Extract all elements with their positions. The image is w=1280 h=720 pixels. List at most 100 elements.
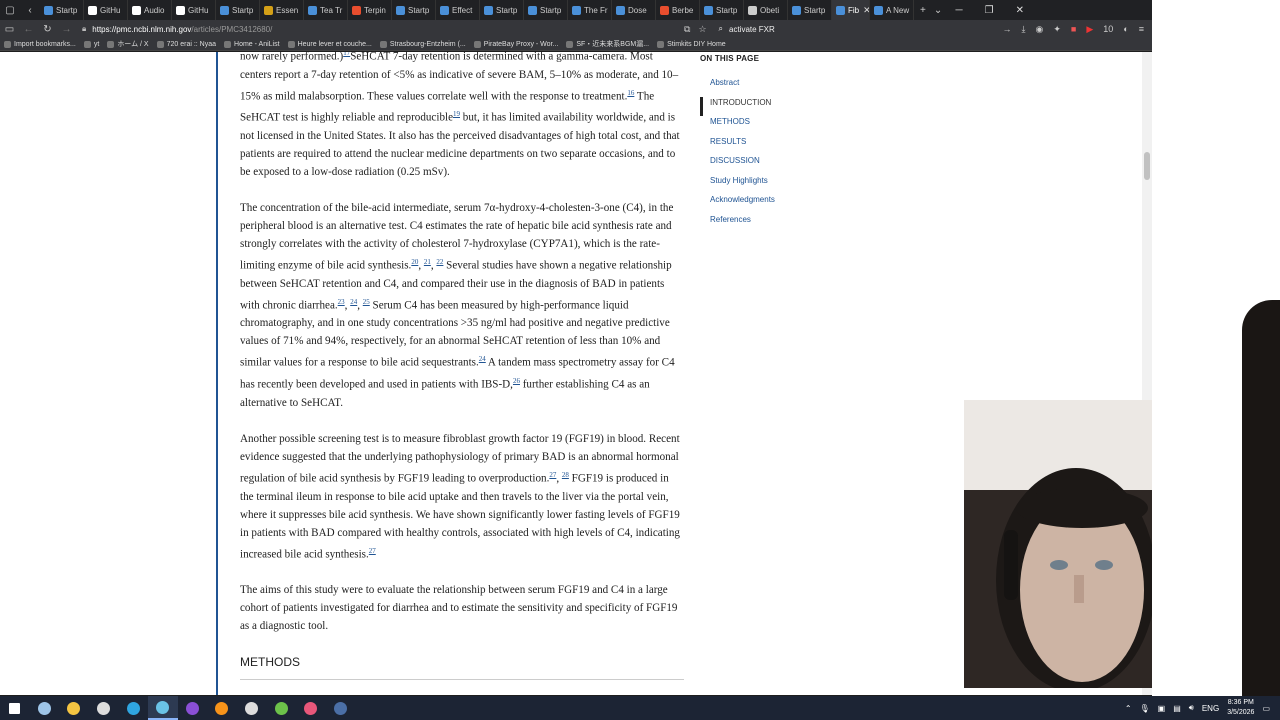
browser-tab[interactable]: GitHu xyxy=(172,0,216,20)
volume-icon[interactable]: 🔊︎ xyxy=(1189,703,1194,713)
citation-link[interactable]: 28 xyxy=(562,471,569,479)
toc-heading: ON THIS PAGE xyxy=(700,54,760,63)
citation-link[interactable]: 23 xyxy=(338,298,345,306)
back-icon[interactable]: ← xyxy=(19,24,38,35)
browser-tab[interactable]: Fib ✕ xyxy=(832,0,870,20)
browser-tab[interactable]: Startp xyxy=(524,0,568,20)
clock[interactable]: 8:36 PM 3/5/2026 xyxy=(1227,698,1254,718)
taskbar-edge-icon[interactable] xyxy=(118,696,148,720)
browser-tab[interactable]: The Fr xyxy=(568,0,612,20)
bookmark-star-icon[interactable]: ☆ xyxy=(698,24,706,35)
bookmark-item[interactable]: Heure lever et couche... xyxy=(287,40,372,48)
citation-link[interactable]: 26 xyxy=(513,377,520,385)
citation-link[interactable]: 27 xyxy=(369,547,376,555)
toc-link-results[interactable]: RESULTS xyxy=(700,136,860,156)
citation-link[interactable]: 19 xyxy=(453,110,460,118)
tab-label: Startp xyxy=(408,5,430,15)
browser-tab[interactable]: Terpin xyxy=(348,0,392,20)
taskbar-obs-icon[interactable] xyxy=(237,696,267,720)
browser-tab[interactable]: Startp xyxy=(788,0,832,20)
profile-icon[interactable]: ◐ xyxy=(1123,24,1128,35)
toc-link-methods[interactable]: METHODS xyxy=(700,116,860,136)
bookmark-item[interactable]: Stimkits DIY Home xyxy=(657,40,726,48)
bookmark-item[interactable]: Import bookmarks... xyxy=(4,40,76,48)
bookmark-item[interactable]: Home - AniList xyxy=(224,40,280,48)
browser-tab[interactable]: Dose xyxy=(612,0,656,20)
bookmark-item[interactable]: SF・近未来系BGM漏... xyxy=(566,39,649,49)
microphone-icon[interactable]: 🎙︎ xyxy=(1140,704,1150,713)
account-icon[interactable]: ◉ xyxy=(1036,24,1044,35)
taskbar-pinned-app-icon[interactable] xyxy=(147,696,178,720)
toc-link-references[interactable]: References xyxy=(700,214,860,234)
citation-link[interactable]: 24 xyxy=(479,355,486,363)
bookmark-item[interactable]: PirateBay Proxy - Wor... xyxy=(473,40,558,48)
taskbar-notes-icon[interactable] xyxy=(30,696,60,720)
browser-tab[interactable]: Effect xyxy=(436,0,480,20)
taskbar-windows-start-icon[interactable] xyxy=(0,696,30,720)
bookmark-item[interactable]: yt xyxy=(83,40,99,48)
citation-link[interactable]: 25 xyxy=(363,298,370,306)
address-bar[interactable]: 🔒︎ https://pmc.ncbi.nlm.nih.gov/articles… xyxy=(82,22,680,36)
extensions-icon[interactable]: ⧉ xyxy=(684,24,690,35)
taskbar-file-explorer-icon[interactable] xyxy=(59,696,89,720)
browser-tab[interactable]: GitHu xyxy=(84,0,128,20)
browser-tab[interactable]: A New xyxy=(870,0,914,20)
bookmark-favicon-icon xyxy=(4,40,11,48)
browser-tab[interactable]: Berbe xyxy=(656,0,700,20)
network-icon[interactable]: ▤ xyxy=(1173,704,1181,713)
close-tab-icon[interactable]: ✕ xyxy=(863,5,869,16)
browser-tab[interactable]: Audio xyxy=(128,0,172,20)
toc-link-introduction[interactable]: INTRODUCTION xyxy=(700,96,860,116)
toc-link-abstract[interactable]: Abstract xyxy=(700,77,860,97)
minimize-icon[interactable]: ─ xyxy=(956,5,963,16)
taskbar-steam-icon[interactable] xyxy=(326,696,356,720)
search-box[interactable]: ⌕ activate FXR xyxy=(719,24,949,34)
tab-overview-icon[interactable]: ▢ xyxy=(0,0,20,20)
bookmark-favicon-icon xyxy=(379,40,387,48)
browser-tab[interactable]: Startp xyxy=(392,0,436,20)
youtube-ext-icon[interactable]: ▶ xyxy=(1086,24,1093,35)
browser-tab[interactable]: Obeti xyxy=(744,0,788,20)
scrollbar-thumb[interactable] xyxy=(1144,152,1150,180)
close-window-icon[interactable]: ✕ xyxy=(1016,5,1024,16)
bookmark-item[interactable]: Strasbourg-Entzheim (... xyxy=(379,40,466,48)
browser-tab[interactable]: Startp xyxy=(480,0,524,20)
taskbar-bitcoin-icon[interactable] xyxy=(207,696,237,720)
taskbar-wolf-app-icon[interactable] xyxy=(89,696,119,720)
toc-link-acknowledgments[interactable]: Acknowledgments xyxy=(700,194,860,214)
tab-label: Startp xyxy=(496,5,518,15)
bookmark-item[interactable]: 720 erai :: Nyaa xyxy=(156,40,216,48)
extension-counter-icon[interactable]: 10 xyxy=(1103,24,1113,35)
taskbar-media-app-icon[interactable] xyxy=(296,696,326,720)
new-tab-icon[interactable]: + xyxy=(920,5,926,16)
reload-icon[interactable]: ↻ xyxy=(38,24,57,35)
toc-link-study-highlights[interactable]: Study Highlights xyxy=(700,175,860,195)
notifications-icon[interactable]: ▭ xyxy=(1262,704,1270,713)
toc-link-discussion[interactable]: DISCUSSION xyxy=(700,155,860,175)
article-paragraph: The aims of this study were to evaluate … xyxy=(240,581,684,635)
browser-tab[interactable]: Essen xyxy=(260,0,304,20)
on-this-page-nav: ON THIS PAGE Abstract INTRODUCTION METHODS… xyxy=(700,52,860,233)
browser-tab[interactable]: Startp xyxy=(40,0,84,20)
maximize-icon[interactable]: ❐ xyxy=(985,5,994,16)
citation-link[interactable]: 21 xyxy=(424,258,431,266)
tab-back-icon[interactable]: ‹ xyxy=(20,0,40,20)
go-arrow-icon[interactable]: → xyxy=(1003,24,1012,35)
tray-chevron-icon[interactable]: ⌃ xyxy=(1125,704,1132,713)
browser-tab[interactable]: Startp xyxy=(700,0,744,20)
tab-list-icon[interactable]: ⌄ xyxy=(934,5,942,16)
sidebar-toggle-icon[interactable]: ▭ xyxy=(0,24,19,35)
browser-tab[interactable]: Tea Tr xyxy=(304,0,348,20)
extension-puzzle-icon[interactable]: ✦ xyxy=(1053,24,1061,35)
forward-icon[interactable]: → xyxy=(57,24,76,35)
download-icon[interactable]: ⤓ xyxy=(1022,24,1026,35)
taskbar-vim-icon[interactable] xyxy=(266,696,296,720)
bookmark-item[interactable]: ホーム / X xyxy=(107,39,149,49)
browser-tab[interactable]: Startp xyxy=(216,0,260,20)
tray-app-icon[interactable]: ▣ xyxy=(1158,704,1166,713)
taskbar-firefox-icon[interactable] xyxy=(178,696,208,720)
bookmark-favicon-icon xyxy=(83,40,91,48)
language-indicator[interactable]: ENG xyxy=(1202,704,1219,713)
extension-icon[interactable]: ■ xyxy=(1071,24,1076,35)
menu-icon[interactable]: ≡ xyxy=(1139,24,1144,35)
